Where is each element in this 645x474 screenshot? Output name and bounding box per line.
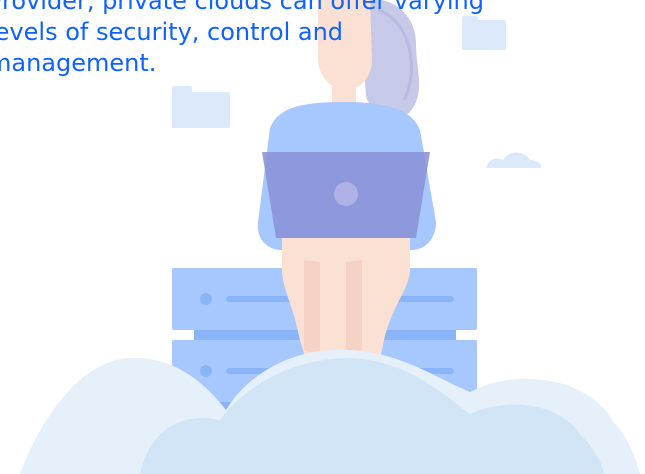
cloud-base — [20, 349, 640, 474]
laptop-icon — [262, 152, 430, 238]
body-paragraph: Provider, private clouds can offer varyi… — [0, 0, 484, 77]
server-led — [200, 365, 212, 377]
folder-icon — [172, 86, 230, 128]
server-led — [200, 293, 212, 305]
cloud-icon — [486, 152, 542, 168]
